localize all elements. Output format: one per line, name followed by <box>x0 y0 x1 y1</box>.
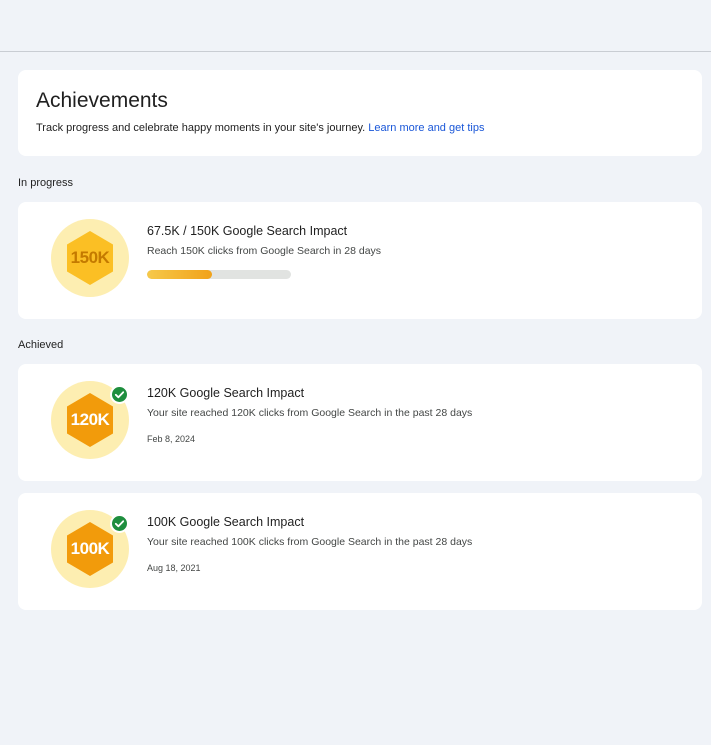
achievement-description: Your site reached 120K clicks from Googl… <box>147 407 473 419</box>
achievement-date: Aug 18, 2021 <box>147 563 201 573</box>
page-title: Achievements <box>36 89 168 112</box>
progress-bar <box>147 270 291 279</box>
achievement-title: 67.5K / 150K Google Search Impact <box>147 224 348 238</box>
achievement-title: 120K Google Search Impact <box>147 386 305 400</box>
section-label-in-progress: In progress <box>18 177 74 189</box>
badge-label: 150K <box>70 248 110 267</box>
check-circle-icon <box>110 385 129 404</box>
achievement-badge: 100K <box>51 510 129 588</box>
achievement-card-achieved: 120K 120K Google Search Impact Your site… <box>18 364 702 481</box>
page-subtitle: Track progress and celebrate happy momen… <box>36 122 484 134</box>
achievement-card-in-progress: 150K 67.5K / 150K Google Search Impact R… <box>18 202 702 319</box>
page-subtitle-text: Track progress and celebrate happy momen… <box>36 122 366 134</box>
check-circle-icon <box>110 514 129 533</box>
achievement-description: Your site reached 100K clicks from Googl… <box>147 536 473 548</box>
achievement-date: Feb 8, 2024 <box>147 434 196 444</box>
progress-bar-fill <box>147 270 212 279</box>
achievement-card-achieved: 100K 100K Google Search Impact Your site… <box>18 493 702 610</box>
achievements-header-card: Achievements Track progress and celebrat… <box>18 70 702 156</box>
achievement-description: Reach 150K clicks from Google Search in … <box>147 245 382 257</box>
achievement-title: 100K Google Search Impact <box>147 515 305 529</box>
achievement-badge: 150K <box>51 219 129 297</box>
top-bar <box>0 0 711 52</box>
learn-more-link[interactable]: Learn more and get tips <box>368 122 484 134</box>
achievement-badge: 120K <box>51 381 129 459</box>
section-label-achieved: Achieved <box>18 339 64 351</box>
